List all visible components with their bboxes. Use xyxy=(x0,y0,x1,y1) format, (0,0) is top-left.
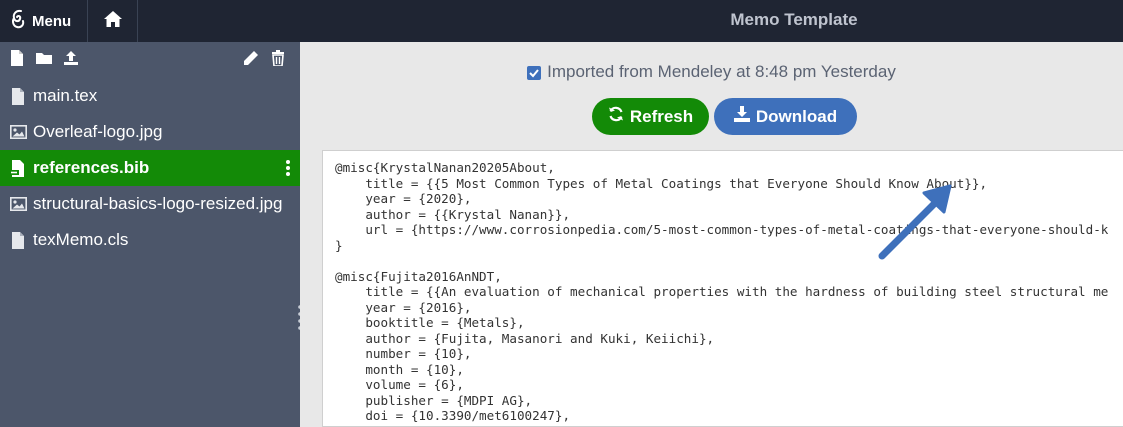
code-line: author = {Fujita, Masanori and Kuki, Kei… xyxy=(365,330,715,346)
file-item-texmemo-cls[interactable]: texMemo.cls xyxy=(0,222,300,258)
menu-label: Menu xyxy=(32,12,72,30)
image-icon xyxy=(9,195,27,213)
code-line: booktitle = {Metals}, xyxy=(365,315,525,330)
code-line: publisher = {MDPI AG}, xyxy=(365,392,533,408)
upload-button[interactable] xyxy=(60,50,81,70)
upload-icon xyxy=(63,50,79,71)
code-line: } xyxy=(335,237,343,253)
overleaf-logo-icon xyxy=(10,9,26,33)
code-line: year = {2016}, xyxy=(365,299,472,315)
file-content-viewer[interactable]: @misc{KrystalNanan20205About, title = {{… xyxy=(322,150,1123,427)
code-line: title = {{An evaluation of mechanical pr… xyxy=(365,284,1109,299)
code-line: volume = {6}, xyxy=(365,377,464,392)
code-line: month = {10}, xyxy=(365,361,464,377)
download-button[interactable]: Download xyxy=(714,98,857,135)
delete-button[interactable] xyxy=(267,49,288,71)
file-item-main-tex[interactable]: main.tex xyxy=(0,78,300,114)
code-line: @misc{KrystalNanan20205About, xyxy=(335,160,555,175)
file-item-references-bib[interactable]: references.bib xyxy=(0,150,300,186)
pencil-icon xyxy=(243,50,259,71)
linked-file-panel: Imported from Mendeley at 8:48 pm Yester… xyxy=(300,42,1123,427)
annotation-arrow xyxy=(878,184,952,260)
refresh-button[interactable]: Refresh xyxy=(592,98,709,135)
file-tree-toolbar xyxy=(0,42,300,78)
checkbox-icon xyxy=(527,65,542,80)
file-icon xyxy=(9,87,27,105)
file-icon xyxy=(9,231,27,249)
code-line: @misc{Fujita2016AnNDT, xyxy=(335,268,502,284)
project-title: Memo Template xyxy=(730,10,858,29)
home-button[interactable] xyxy=(88,0,139,42)
linked-file-icon xyxy=(9,159,27,177)
file-name: structural-basics-logo-resized.jpg xyxy=(33,194,283,213)
new-file-icon xyxy=(9,49,25,71)
image-icon xyxy=(9,123,27,141)
code-line: doi = {10.3390/met6100247}, xyxy=(365,408,571,423)
new-file-button[interactable] xyxy=(6,49,27,71)
download-label: Download xyxy=(755,106,838,126)
import-status: Imported from Mendeley at 8:48 pm Yester… xyxy=(300,62,1123,82)
menu-button[interactable]: Menu xyxy=(0,0,89,42)
rename-button[interactable] xyxy=(240,50,261,70)
refresh-icon xyxy=(608,106,624,127)
code-line: year = {2020}, xyxy=(365,191,472,206)
bibtex-content: @misc{KrystalNanan20205About, title = {{… xyxy=(335,160,1123,427)
code-line: issn = {20754701}, xyxy=(335,424,501,427)
kebab-menu-icon[interactable] xyxy=(286,158,290,178)
file-name: references.bib xyxy=(33,158,150,177)
refresh-label: Refresh xyxy=(629,106,694,126)
file-name: Overleaf-logo.jpg xyxy=(33,122,163,141)
trash-icon xyxy=(270,49,286,71)
file-name: main.tex xyxy=(33,86,98,105)
file-item-structural-basics-logo[interactable]: structural-basics-logo-resized.jpg xyxy=(0,186,300,222)
import-status-text: Imported from Mendeley at 8:48 pm Yester… xyxy=(547,62,896,81)
code-line: number = {10}, xyxy=(365,346,472,361)
file-tree-sidebar: main.tex Overleaf-logo.jpg references.bi… xyxy=(0,42,302,427)
top-bar: Menu Memo Template xyxy=(0,0,1123,42)
download-icon xyxy=(733,106,750,127)
new-folder-button[interactable] xyxy=(33,50,54,70)
home-icon xyxy=(103,10,123,33)
code-line: url = {https://www.corrosionpedia.com/5-… xyxy=(365,222,1109,237)
file-item-overleaf-logo[interactable]: Overleaf-logo.jpg xyxy=(0,114,300,150)
file-name: texMemo.cls xyxy=(33,230,129,249)
code-line: author = {{Krystal Nanan}}, xyxy=(365,206,571,222)
folder-icon xyxy=(35,50,52,71)
